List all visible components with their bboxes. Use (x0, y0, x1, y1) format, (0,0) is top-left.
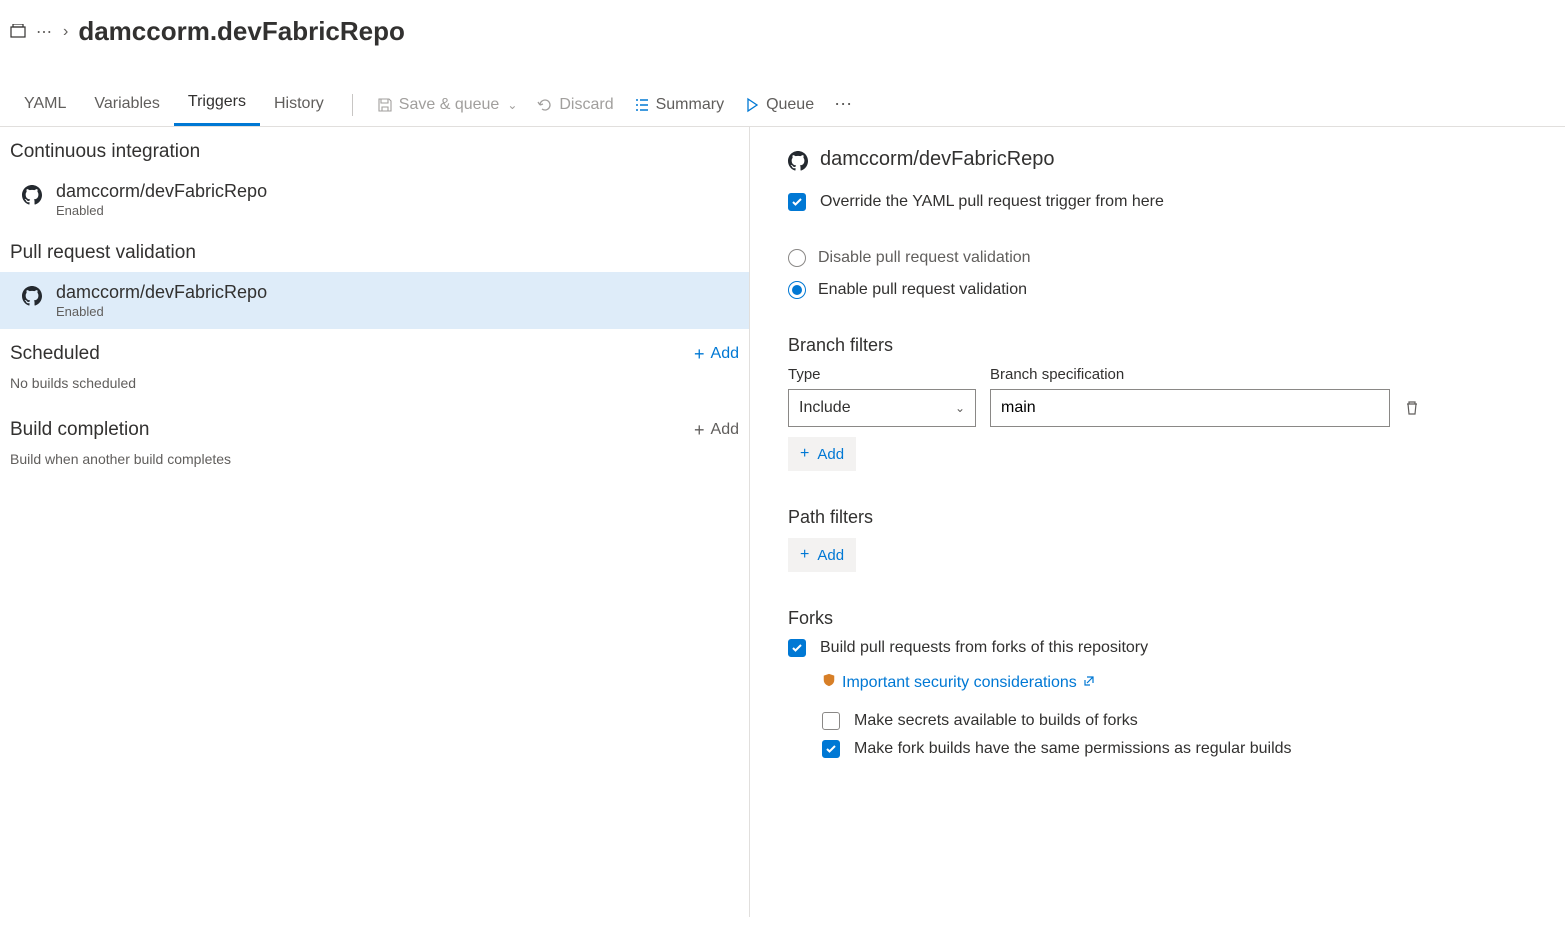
plus-icon: + (800, 546, 809, 564)
enable-pr-radio[interactable] (788, 281, 806, 299)
plus-icon: + (694, 420, 705, 441)
right-header: damccorm/devFabricRepo (788, 147, 1537, 171)
toolbar-more-icon[interactable]: ⋯ (824, 88, 863, 121)
ci-repo-name: damccorm/devFabricRepo (56, 181, 267, 202)
toolbar-divider (352, 94, 353, 116)
github-icon (788, 151, 808, 171)
plus-icon: + (800, 445, 809, 463)
fork-perms-label: Make fork builds have the same permissio… (854, 740, 1292, 758)
fork-perms-checkbox[interactable] (822, 740, 840, 758)
disable-pr-radio-row[interactable]: Disable pull request validation (788, 249, 1537, 267)
disable-pr-label: Disable pull request validation (818, 249, 1031, 267)
pr-repo-item[interactable]: damccorm/devFabricRepo Enabled (0, 272, 749, 329)
override-label: Override the YAML pull request trigger f… (820, 193, 1164, 211)
external-link-icon (1083, 674, 1095, 692)
right-repo-title: damccorm/devFabricRepo (820, 148, 1055, 171)
fork-secrets-row[interactable]: Make secrets available to builds of fork… (822, 712, 1537, 730)
add-branch-filter-button[interactable]: + Add (788, 437, 856, 471)
fork-build-pr-checkbox[interactable] (788, 639, 806, 657)
check-icon (825, 743, 837, 755)
chevron-down-icon: ⌄ (507, 98, 517, 112)
save-queue-button[interactable]: Save & queue ⌄ (367, 90, 528, 120)
build-completion-add-button[interactable]: + Add (694, 420, 739, 441)
tab-triggers[interactable]: Triggers (174, 83, 260, 126)
override-checkbox-row[interactable]: Override the YAML pull request trigger f… (788, 193, 1537, 211)
security-link-label: Important security considerations (842, 674, 1077, 692)
enable-pr-label: Enable pull request validation (818, 281, 1027, 299)
discard-label: Discard (559, 96, 613, 114)
right-panel: damccorm/devFabricRepo Override the YAML… (750, 127, 1565, 917)
pr-repo-status: Enabled (56, 304, 267, 319)
pr-heading-label: Pull request validation (10, 242, 196, 264)
add-path-filter-button[interactable]: + Add (788, 538, 856, 572)
pr-heading: Pull request validation (0, 228, 749, 272)
save-queue-label: Save & queue (399, 96, 500, 114)
list-icon (634, 97, 650, 113)
play-icon (744, 97, 760, 113)
fork-build-pr-label: Build pull requests from forks of this r… (820, 639, 1148, 657)
build-completion-heading: Build completion + Add (0, 405, 749, 449)
type-select[interactable]: Include ⌄ (788, 389, 976, 427)
add-path-filter-label: Add (817, 547, 844, 564)
check-icon (791, 642, 803, 654)
type-select-value: Include (799, 399, 851, 417)
pr-repo-name: damccorm/devFabricRepo (56, 282, 267, 303)
breadcrumb-more-icon[interactable]: ⋯ (36, 22, 53, 42)
type-label: Type (788, 366, 976, 383)
ci-repo-item[interactable]: damccorm/devFabricRepo Enabled (0, 171, 749, 228)
scheduled-add-label: Add (711, 345, 739, 363)
delete-filter-button[interactable] (1404, 400, 1420, 416)
build-completion-add-label: Add (711, 421, 739, 439)
breadcrumb-sep-icon: › (63, 23, 68, 41)
scheduled-heading: Scheduled + Add (0, 329, 749, 373)
ci-heading-label: Continuous integration (10, 141, 200, 163)
check-icon (791, 196, 803, 208)
summary-button[interactable]: Summary (624, 90, 734, 120)
fork-perms-row[interactable]: Make fork builds have the same permissio… (822, 740, 1537, 758)
shield-icon (822, 673, 836, 692)
tab-yaml[interactable]: YAML (10, 85, 80, 125)
fork-secrets-label: Make secrets available to builds of fork… (854, 712, 1138, 730)
tab-variables[interactable]: Variables (80, 85, 174, 125)
forks-heading: Forks (788, 608, 1537, 629)
plus-icon: + (694, 344, 705, 365)
scheduled-heading-label: Scheduled (10, 343, 100, 365)
build-completion-sub: Build when another build completes (0, 449, 749, 481)
tab-history[interactable]: History (260, 85, 338, 125)
fork-build-pr-row[interactable]: Build pull requests from forks of this r… (788, 639, 1537, 657)
ci-repo-status: Enabled (56, 203, 267, 218)
left-panel: Continuous integration damccorm/devFabri… (0, 127, 750, 917)
branch-spec-input[interactable] (990, 389, 1390, 427)
save-icon (377, 97, 393, 113)
override-checkbox[interactable] (788, 193, 806, 211)
fork-secrets-checkbox[interactable] (822, 712, 840, 730)
security-considerations-link[interactable]: Important security considerations (822, 673, 1095, 692)
enable-pr-radio-row[interactable]: Enable pull request validation (788, 281, 1537, 299)
add-branch-filter-label: Add (817, 446, 844, 463)
github-icon (22, 286, 42, 306)
breadcrumb: ⋯ › damccorm.devFabricRepo (0, 0, 1565, 59)
queue-label: Queue (766, 96, 814, 114)
chevron-down-icon: ⌄ (955, 401, 965, 415)
summary-label: Summary (656, 96, 724, 114)
undo-icon (537, 97, 553, 113)
disable-pr-radio[interactable] (788, 249, 806, 267)
github-icon (22, 185, 42, 205)
main-split: Continuous integration damccorm/devFabri… (0, 127, 1565, 917)
scheduled-add-button[interactable]: + Add (694, 344, 739, 365)
page-title: damccorm.devFabricRepo (78, 16, 405, 47)
scheduled-empty: No builds scheduled (0, 373, 749, 405)
branch-spec-label: Branch specification (990, 366, 1124, 383)
pipeline-icon[interactable] (10, 24, 26, 40)
discard-button[interactable]: Discard (527, 90, 623, 120)
branch-filters-heading: Branch filters (788, 335, 1537, 356)
build-completion-heading-label: Build completion (10, 419, 149, 441)
queue-button[interactable]: Queue (734, 90, 824, 120)
ci-heading: Continuous integration (0, 127, 749, 171)
path-filters-heading: Path filters (788, 507, 1537, 528)
tab-bar: YAML Variables Triggers History Save & q… (0, 83, 1565, 127)
branch-filter-row: Include ⌄ (788, 389, 1537, 427)
